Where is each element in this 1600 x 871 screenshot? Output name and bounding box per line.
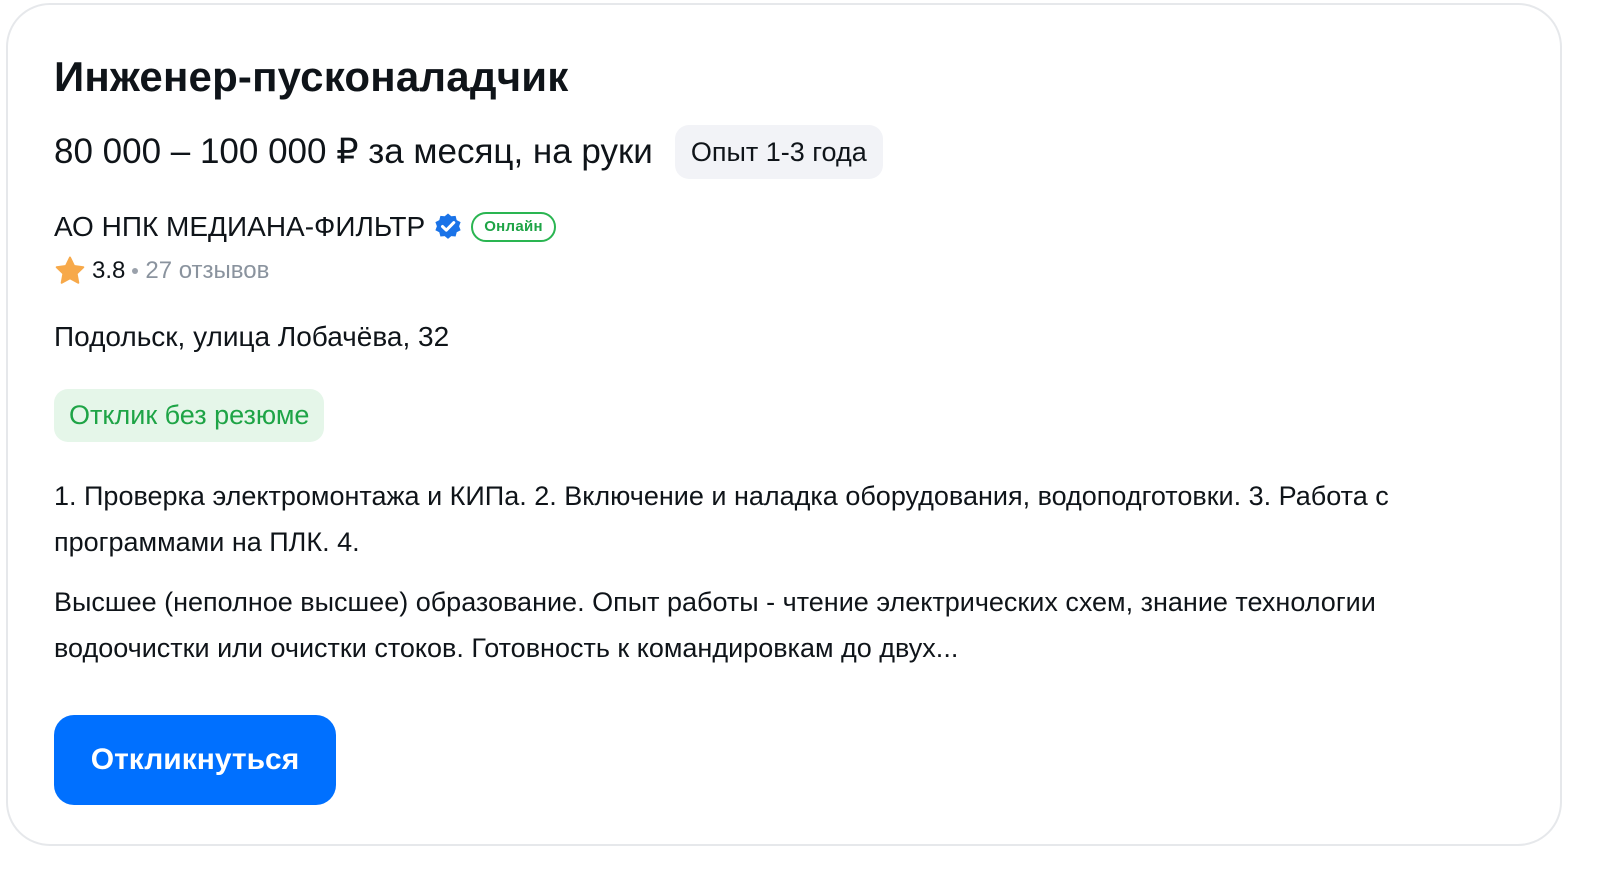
address: Подольск, улица Лобачёва, 32 — [54, 321, 450, 352]
rating-value: 3.8 — [92, 257, 126, 284]
no-resume-badge: Отклик без резюме — [54, 389, 325, 442]
responsibilities-text: 1. Проверка электромонтажа и КИПа. 2. Вк… — [54, 481, 1389, 557]
respond-button[interactable]: Откликнуться — [54, 715, 336, 805]
star-icon — [54, 255, 86, 287]
verified-check-icon — [433, 212, 463, 242]
online-badge: Онлайн — [471, 212, 556, 242]
vacancy-card[interactable]: Инженер-пусконаладчик 80 000 – 100 000 ₽… — [6, 3, 1562, 846]
rating-row[interactable]: 3.8 27 отзывов — [54, 255, 269, 287]
salary: 80 000 – 100 000 ₽ за месяц, на руки — [54, 132, 653, 171]
separator-dot — [132, 268, 139, 274]
salary-row: 80 000 – 100 000 ₽ за месяц, на руки Опы… — [54, 125, 883, 179]
experience-badge: Опыт 1-3 года — [674, 125, 883, 179]
requirements-text: Высшее (неполное высшее) образование. Оп… — [54, 587, 1376, 663]
vacancy-title[interactable]: Инженер-пусконаладчик — [54, 53, 569, 101]
reviews-link[interactable]: 27 отзывов — [145, 257, 269, 285]
company-name[interactable]: АО НПК МЕДИАНА-ФИЛЬТР — [54, 211, 425, 243]
company-row: АО НПК МЕДИАНА-ФИЛЬТР Онлайн — [54, 211, 556, 243]
